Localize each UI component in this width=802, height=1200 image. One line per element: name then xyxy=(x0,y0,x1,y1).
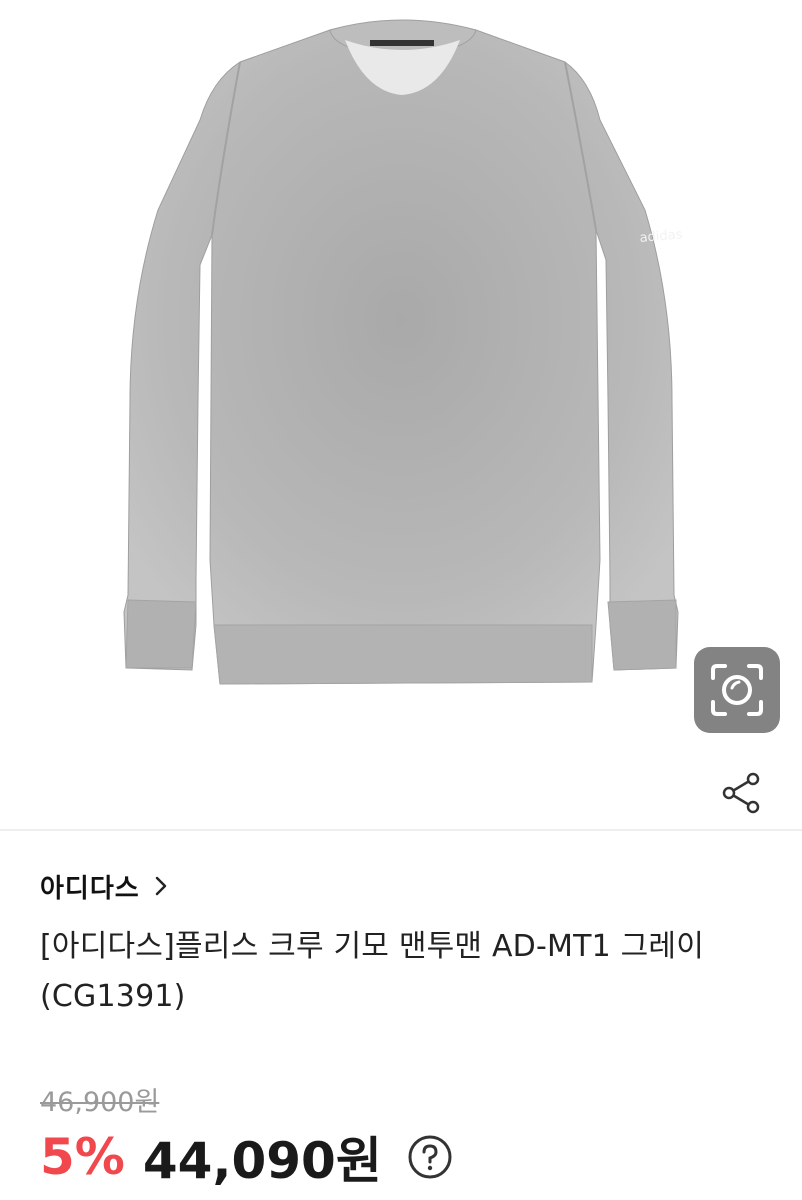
share-icon xyxy=(722,772,760,814)
price-row: 5% 44,090원 xyxy=(40,1122,454,1192)
image-search-button[interactable] xyxy=(694,647,780,733)
discount-rate: 5% xyxy=(40,1128,125,1186)
product-image-area[interactable]: adidas xyxy=(0,0,802,830)
svg-text:adidas: adidas xyxy=(639,227,683,246)
question-circle-icon[interactable] xyxy=(406,1133,454,1181)
product-title: [아디다스]플리스 크루 기모 맨투맨 AD-MT1 그레이 (CG1391) xyxy=(40,929,705,1014)
brand-name: 아디다스 xyxy=(40,873,140,904)
brand-link[interactable]: 아디다스 xyxy=(40,866,168,906)
product-image-sweatshirt: adidas xyxy=(123,19,683,685)
camera-lens-icon xyxy=(711,664,763,716)
original-price: 46,900원 xyxy=(40,1087,160,1118)
share-button[interactable] xyxy=(716,768,766,818)
section-divider xyxy=(0,829,802,831)
chevron-right-icon xyxy=(154,875,168,897)
sale-price: 44,090원 xyxy=(142,1132,382,1190)
